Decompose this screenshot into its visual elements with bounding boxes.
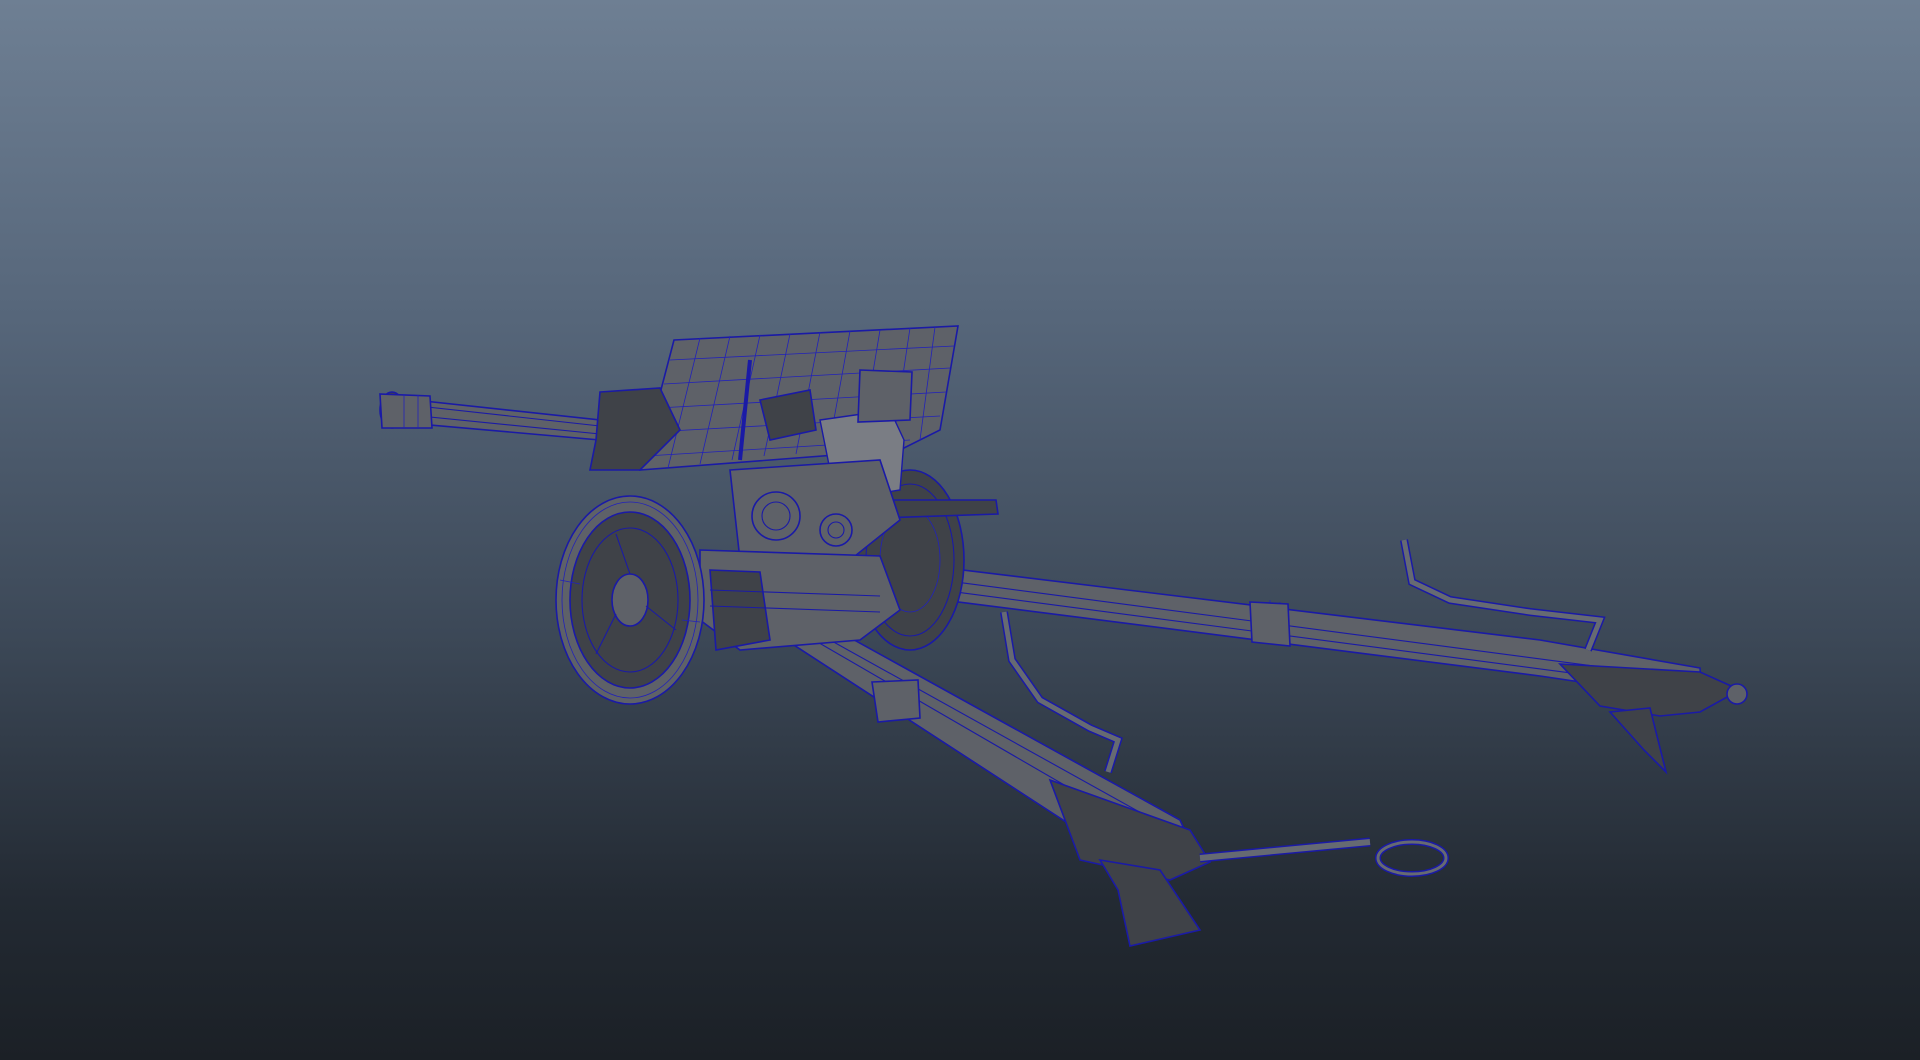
maya-perspective-viewport[interactable] (0, 0, 1920, 1060)
carriage (699, 549, 901, 651)
barrel (379, 391, 601, 441)
left-wheel (555, 495, 705, 705)
artillery-gun-wireframe-model[interactable] (0, 0, 1920, 1060)
